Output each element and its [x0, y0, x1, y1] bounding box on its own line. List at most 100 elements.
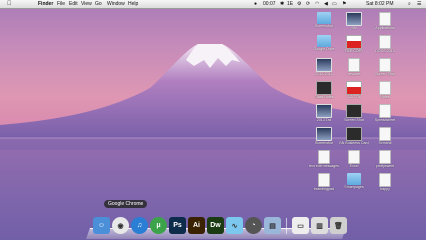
- menu-go[interactable]: Go: [95, 0, 102, 8]
- sync-icon[interactable]: ⟳: [306, 0, 310, 8]
- file-icon: [346, 127, 362, 141]
- file-icon: [379, 150, 391, 164]
- desktop-icon-22[interactable]: Smartpages: [337, 173, 371, 189]
- desktop-icon-19[interactable]: Excel: [337, 150, 371, 168]
- volume-icon[interactable]: ◀: [324, 0, 328, 8]
- flag-icon[interactable]: ⚑: [342, 0, 346, 8]
- menu-bar:  Finder File Edit View Go Window Help ●…: [0, 0, 426, 9]
- time-machine-icon[interactable]: ◔: [245, 217, 262, 234]
- desktop-icon-15[interactable]: Screenshot: [307, 127, 341, 145]
- file-icon: [318, 173, 330, 187]
- desktop:  Finder File Edit View Go Window Help ●…: [0, 0, 426, 240]
- status-icon[interactable]: ●: [254, 0, 257, 8]
- file-icon: [316, 58, 332, 72]
- menu-file[interactable]: File: [57, 0, 65, 8]
- desktop-icon-label: Notes: [380, 95, 390, 99]
- desktop-icon-1[interactable]: BN: [337, 12, 371, 30]
- desktop-icon-label: Screenshot: [314, 24, 334, 28]
- chrome-icon[interactable]: ◉: [112, 217, 129, 234]
- desktop-icon-9[interactable]: Class Notes: [307, 81, 341, 99]
- desktop-icon-5[interactable]: DOCS 2013: [368, 35, 402, 53]
- notification-center-icon[interactable]: ☰: [417, 0, 421, 8]
- desktop-icon-label: prettysweet: [375, 164, 395, 168]
- desktop-icon-label: text edit messages: [309, 164, 339, 168]
- desktop-icon-0[interactable]: Screenshot: [307, 12, 341, 28]
- recording-timer[interactable]: 00:07: [263, 0, 276, 8]
- menu-view[interactable]: View: [81, 0, 92, 8]
- battery-label[interactable]: 1E: [287, 0, 293, 8]
- desktop-icon-label: resume: [348, 72, 360, 76]
- file-icon: [346, 81, 362, 95]
- desktop-icon-11[interactable]: Notes: [368, 81, 402, 99]
- wifi-icon[interactable]: ◠: [315, 0, 319, 8]
- desktop-icon-21[interactable]: brandingpad: [307, 173, 341, 191]
- gear-icon[interactable]: ⚙: [297, 0, 301, 8]
- desktop-icon-label: Screenshot: [314, 141, 334, 145]
- desktop-icon-label: DOCS 2013: [375, 49, 395, 53]
- utorrent-icon[interactable]: μ: [150, 217, 167, 234]
- desktop-icon-18[interactable]: text edit messages: [307, 150, 341, 168]
- folder-icon: [317, 35, 331, 47]
- desktop-icon-10[interactable]: ACC Tic: [337, 81, 371, 99]
- desktop-icon-label: Excel: [349, 164, 359, 168]
- desktop-icon-16[interactable]: BN Business Card: [337, 127, 371, 145]
- desktop-icon-label: ACC Tic: [347, 95, 361, 99]
- illustrator-icon[interactable]: Ai: [188, 217, 205, 234]
- desktop-icon-20[interactable]: prettysweet: [368, 150, 402, 168]
- desktop-icon-6[interactable]: 2013-2014: [307, 58, 341, 76]
- desktop-icon-label: Google Drive: [313, 47, 335, 51]
- desktop-icon-label: Screen Shot: [375, 72, 395, 76]
- dock: ☺ ◉ ♫ μ Ps Ai Dw ∿ ◔ ▤ ▭ ▥ 🗑: [93, 214, 347, 234]
- desktop-icon-8[interactable]: Screen Shot: [368, 58, 402, 76]
- downloads-stack-icon[interactable]: ▥: [311, 217, 328, 234]
- desktop-icon-label: BN: [351, 26, 357, 30]
- battery-icon[interactable]: ▭: [332, 0, 337, 8]
- menu-help[interactable]: Help: [128, 0, 138, 8]
- file-icon: [318, 150, 330, 164]
- desktop-icon-4[interactable]: FILE COPY: [337, 35, 371, 53]
- dreamweaver-icon[interactable]: Dw: [207, 217, 224, 234]
- finder-icon[interactable]: ☺: [93, 217, 110, 234]
- desktop-icon-label: 2013-2014: [315, 72, 333, 76]
- apple-icon[interactable]: : [7, 0, 12, 8]
- bluetooth-icon[interactable]: ✱: [280, 0, 284, 8]
- dock-separator: [286, 218, 287, 234]
- trash-icon[interactable]: 🗑: [330, 217, 347, 234]
- desktop-icon-3[interactable]: Google Drive: [307, 35, 341, 51]
- folder-icon: [347, 173, 361, 185]
- file-icon: [346, 104, 362, 118]
- document-stack-icon[interactable]: ▭: [292, 217, 309, 234]
- menu-edit[interactable]: Edit: [69, 0, 78, 8]
- file-icon: [316, 127, 332, 141]
- menu-finder[interactable]: Finder: [38, 0, 53, 8]
- itunes-icon[interactable]: ♫: [131, 217, 148, 234]
- desktop-icon-2[interactable]: Applications: [368, 12, 402, 30]
- desktop-icon-label: Class Notes: [314, 95, 334, 99]
- file-icon: [379, 104, 391, 118]
- blue-wave-icon[interactable]: ∿: [226, 217, 243, 234]
- desktop-icon-17[interactable]: Scrnshtl: [368, 127, 402, 145]
- desktop-icon-label: Applications: [375, 26, 395, 30]
- desktop-icon-12[interactable]: 2013 Tax: [307, 104, 341, 122]
- desktop-icon-label: Spreadsheet: [374, 118, 396, 122]
- file-icon: [346, 12, 362, 26]
- photoshop-icon[interactable]: Ps: [169, 217, 186, 234]
- preview-icon[interactable]: ▤: [264, 217, 281, 234]
- menu-window[interactable]: Window: [107, 0, 125, 8]
- file-icon: [379, 81, 391, 95]
- file-icon: [316, 104, 332, 118]
- desktop-icon-label: FILE COPY: [344, 49, 364, 53]
- file-icon: [379, 35, 391, 49]
- desktop-icon-14[interactable]: Spreadsheet: [368, 104, 402, 122]
- file-icon: [348, 150, 360, 164]
- file-icon: [348, 58, 360, 72]
- spotlight-search-icon[interactable]: ⌕: [408, 0, 411, 8]
- desktop-icon-7[interactable]: resume: [337, 58, 371, 76]
- file-icon: [379, 173, 391, 187]
- file-icon: [379, 58, 391, 72]
- desktop-icon-13[interactable]: Screen.Shot: [337, 104, 371, 122]
- desktop-icon-23[interactable]: happy: [368, 173, 402, 191]
- desktop-icon-label: Smartpages: [344, 185, 364, 189]
- file-icon: [379, 12, 391, 26]
- clock[interactable]: Sat 8:02 PM: [366, 0, 394, 8]
